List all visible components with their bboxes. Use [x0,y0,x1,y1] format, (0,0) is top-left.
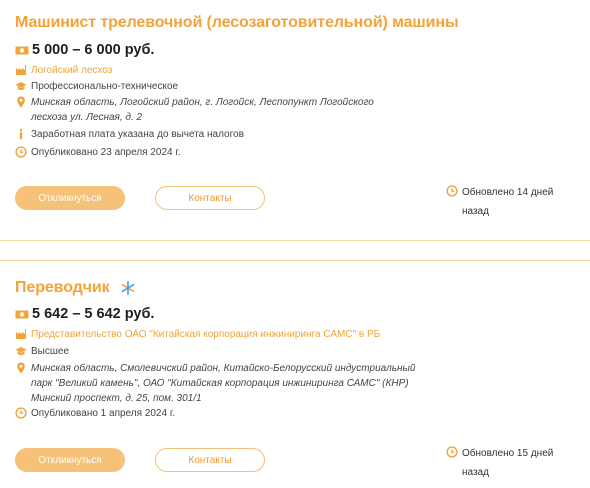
vacancy-card: Машинист трелевочной (лесозаготовительно… [0,0,590,240]
salary-note: Заработная плата указана до вычета налог… [31,129,244,140]
updated-info: Обновлено 15 дней назад [446,444,572,482]
education: Профессионально-техническое [31,81,179,92]
divider [0,240,590,241]
clock-icon [15,407,27,419]
salary-note-row: Заработная плата указана до вычета налог… [15,127,244,142]
salary: 5 642 – 5 642 руб. [32,306,155,322]
contacts-button[interactable]: Контакты [155,448,265,472]
employer-row: Представительство ОАО "Китайская корпора… [15,327,380,342]
updated-info: Обновлено 14 дней назад [446,183,572,221]
updated-text: Обновлено 14 дней назад [462,187,554,217]
address: Минская область, Смолевичский район, Кит… [31,363,416,404]
published-date: Опубликовано 23 апреля 2024 г. [31,147,181,158]
address: Минская область, Логойский район, г. Лог… [31,97,374,123]
employer-link[interactable]: Представительство ОАО "Китайская корпора… [31,327,380,342]
clock-icon [446,185,458,197]
address-row: Минская область, Логойский район, г. Лог… [15,95,415,125]
updated-text: Обновлено 15 дней назад [462,448,554,478]
published-row: Опубликовано 1 апреля 2024 г. [15,406,175,421]
graduation-cap-icon [15,347,27,355]
factory-icon [16,329,26,339]
vacancy-title[interactable]: Переводчик [15,279,110,296]
clock-icon [446,446,458,458]
money-icon [15,310,29,318]
employer-row: Логойский лесхоз [15,63,112,78]
education-row: Профессионально-техническое [15,79,178,94]
location-pin-icon [17,96,25,108]
vacancy-card: Переводчик 5 642 – 5 642 руб. Представит… [0,262,590,488]
employer-link[interactable]: Логойский лесхоз [31,63,112,78]
education-row: Высшее [15,344,69,359]
info-icon [19,128,23,140]
location-pin-icon [17,362,25,374]
address-row: Минская область, Смолевичский район, Кит… [15,361,425,406]
clock-icon [15,146,27,158]
salary-row: 5 000 – 6 000 руб. [15,41,154,59]
apply-button[interactable]: Откликнуться [15,186,125,210]
education: Высшее [31,346,70,357]
factory-icon [16,65,26,75]
snowflake-badge-icon [121,280,135,296]
contacts-button[interactable]: Контакты [155,186,265,210]
apply-button[interactable]: Откликнуться [15,448,125,472]
money-icon [15,46,29,54]
salary: 5 000 – 6 000 руб. [32,42,155,58]
published-row: Опубликовано 23 апреля 2024 г. [15,145,181,160]
published-date: Опубликовано 1 апреля 2024 г. [31,408,176,419]
graduation-cap-icon [15,82,27,90]
salary-row: 5 642 – 5 642 руб. [15,305,154,323]
vacancy-title[interactable]: Машинист трелевочной (лесозаготовительно… [15,14,459,32]
divider [0,260,590,261]
vacancy-title-row: Переводчик [15,279,136,297]
